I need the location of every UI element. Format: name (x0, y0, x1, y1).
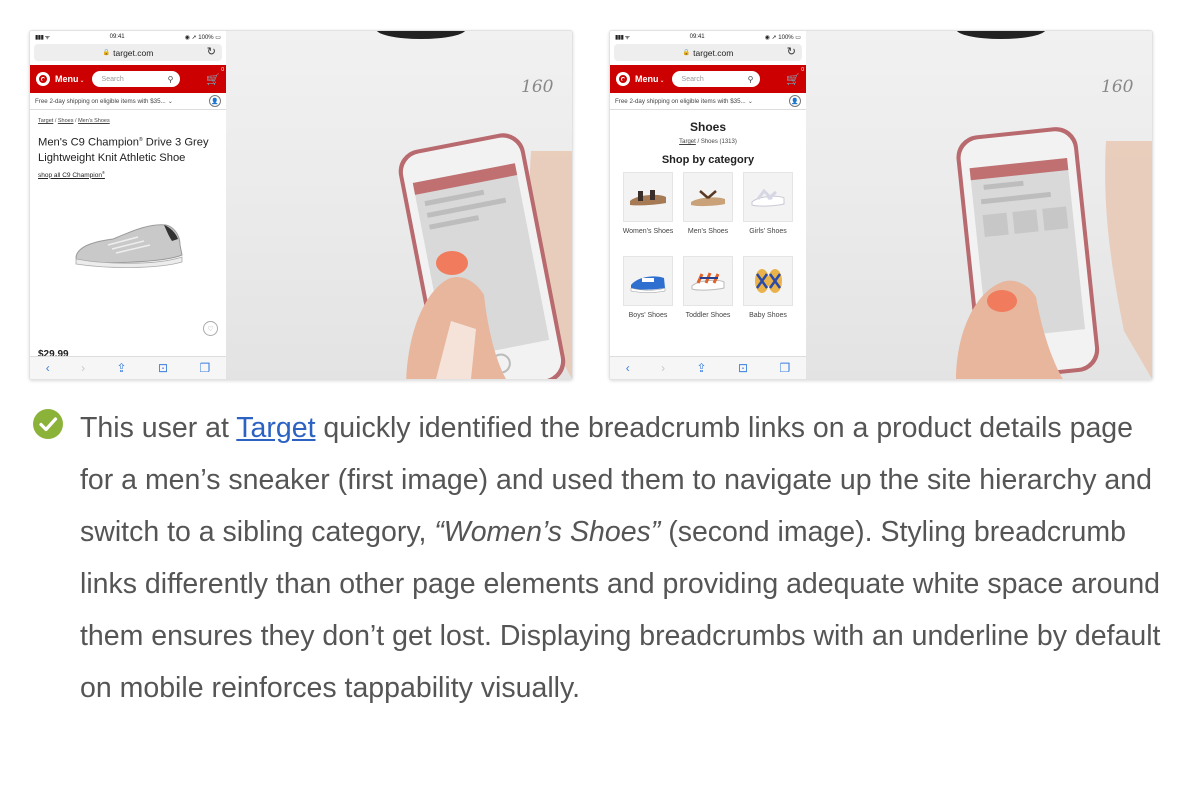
menu-button[interactable]: Menu⌄ (635, 74, 665, 84)
share-icon[interactable]: ⇪ (697, 361, 707, 375)
product-title: Men's C9 Champion® Drive 3 Grey Lightwei… (38, 136, 209, 164)
toddler-sandal-icon (683, 256, 733, 306)
breadcrumb-link-target[interactable]: Target (679, 139, 696, 145)
cart-button[interactable]: 🛒 0 (786, 67, 804, 86)
status-bar: ▮▮▮ ᯤ 09:41 ◉ ➚ 100% ▭ (610, 31, 806, 43)
safari-toolbar: ‹ › ⇪ ⊡ ❐ (610, 356, 806, 379)
bookmarks-icon[interactable]: ⊡ (738, 361, 748, 375)
breadcrumb-link-target[interactable]: Target (38, 118, 53, 124)
target-logo-icon[interactable] (36, 72, 50, 86)
cart-button[interactable]: 🛒 0 (206, 67, 224, 86)
flip-flop-icon (683, 172, 733, 222)
signal-icon: ▮▮▮ ᯤ (35, 35, 50, 41)
lock-icon: 🔒 (682, 50, 691, 56)
white-sandal-icon (743, 172, 793, 222)
category-grid: Women's Shoes Men's Shoes Girls' Shoes B… (610, 172, 806, 340)
menu-button[interactable]: Menu⌄ (55, 74, 85, 84)
store-header: Menu⌄ Search ⚲ 🛒 0 (30, 65, 226, 93)
url-text: target.com (693, 47, 734, 58)
account-icon[interactable]: 👤 (209, 95, 221, 107)
status-time: 09:41 (109, 34, 125, 40)
battery-indicator: ◉ ➚ 100% ▭ (764, 34, 801, 41)
search-icon: ⚲ (747, 74, 754, 84)
breadcrumb: Target / Shoes (1313) (679, 139, 737, 145)
cart-count: 0 (801, 66, 804, 73)
shipping-banner[interactable]: Free 2-day shipping on eligible items wi… (610, 93, 806, 110)
chevron-down-icon: ⌄ (747, 97, 753, 105)
check-circle-icon (33, 409, 63, 439)
screenshot-product-page: ▮▮▮ ᯤ 09:41 ◉ ➚ 100% ▭ 🔒 target.com ↻ Me… (29, 30, 573, 380)
search-icon: ⚲ (167, 74, 174, 84)
reload-icon[interactable]: ↻ (207, 45, 216, 58)
section-title: Shop by category (661, 154, 755, 166)
signal-icon: ▮▮▮ ᯤ (615, 35, 630, 41)
baby-sandal-icon (743, 256, 793, 306)
reload-icon[interactable]: ↻ (787, 45, 796, 58)
category-boys-shoes[interactable]: Boys' Shoes (619, 256, 677, 340)
share-icon[interactable]: ⇪ (117, 361, 127, 375)
search-input[interactable]: Search ⚲ (671, 71, 760, 87)
breadcrumb-link-mens-shoes[interactable]: Men's Shoes (78, 118, 110, 124)
phone-photo: 160 (226, 31, 572, 379)
chevron-down-icon: ⌄ (79, 78, 85, 84)
shipping-banner[interactable]: Free 2-day shipping on eligible items wi… (30, 93, 226, 110)
phone-screen: ▮▮▮ ᯤ 09:41 ◉ ➚ 100% ▭ 🔒 target.com ↻ Me… (30, 31, 226, 379)
target-logo-icon[interactable] (616, 72, 630, 86)
forward-icon[interactable]: › (661, 361, 665, 375)
chevron-down-icon: ⌄ (167, 97, 173, 105)
battery-indicator: ◉ ➚ 100% ▭ (184, 34, 221, 41)
phone-photo: 160 (806, 31, 1152, 379)
target-link[interactable]: Target (236, 412, 315, 444)
caption-text: This user at Target quickly identified t… (80, 412, 1161, 704)
address-bar[interactable]: 🔒 target.com ↻ (614, 44, 802, 61)
sneaker-product-image[interactable] (68, 215, 188, 275)
account-icon[interactable]: 👤 (789, 95, 801, 107)
hand-holding-phone-image (398, 133, 572, 379)
hand-holding-phone-image (956, 127, 1152, 379)
tabs-icon[interactable]: ❐ (200, 361, 211, 375)
page-title: Shoes (689, 120, 726, 134)
forward-icon[interactable]: › (81, 361, 85, 375)
category-mens-shoes[interactable]: Men's Shoes (679, 172, 737, 256)
category-girls-shoes[interactable]: Girls' Shoes (739, 172, 797, 256)
status-bar: ▮▮▮ ᯤ 09:41 ◉ ➚ 100% ▭ (30, 31, 226, 43)
sandal-icon (623, 172, 673, 222)
address-bar[interactable]: 🔒 target.com ↻ (34, 44, 222, 61)
favorite-heart-icon[interactable]: ♡ (203, 321, 218, 336)
store-header: Menu⌄ Search ⚲ 🛒 0 (610, 65, 806, 93)
bookmarks-icon[interactable]: ⊡ (158, 361, 168, 375)
breadcrumb-current: Shoes (1313) (700, 139, 737, 145)
shop-all-link[interactable]: shop all C9 Champion® (38, 170, 218, 179)
safari-toolbar: ‹ › ⇪ ⊡ ❐ (30, 356, 226, 379)
sneaker-icon (623, 256, 673, 306)
screenshot-category-page: ▮▮▮ ᯤ 09:41 ◉ ➚ 100% ▭ 🔒 target.com ↻ Me… (609, 30, 1153, 380)
category-toddler-shoes[interactable]: Toddler Shoes (679, 256, 737, 340)
chevron-down-icon: ⌄ (659, 78, 665, 84)
status-time: 09:41 (689, 34, 705, 40)
search-input[interactable]: Search ⚲ (91, 71, 180, 87)
tabs-icon[interactable]: ❐ (780, 361, 791, 375)
phone-screen: ▮▮▮ ᯤ 09:41 ◉ ➚ 100% ▭ 🔒 target.com ↻ Me… (610, 31, 806, 379)
emphasis-text: “Women’s Shoes” (434, 516, 661, 548)
cart-count: 0 (221, 66, 224, 73)
breadcrumb-link-shoes[interactable]: Shoes (58, 118, 74, 124)
url-text: target.com (113, 47, 154, 58)
back-icon[interactable]: ‹ (46, 361, 50, 375)
category-baby-shoes[interactable]: Baby Shoes (739, 256, 797, 340)
back-icon[interactable]: ‹ (626, 361, 630, 375)
category-womens-shoes[interactable]: Women's Shoes (619, 172, 677, 256)
lock-icon: 🔒 (102, 50, 111, 56)
breadcrumb: Target / Shoes / Men's Shoes (38, 118, 110, 124)
